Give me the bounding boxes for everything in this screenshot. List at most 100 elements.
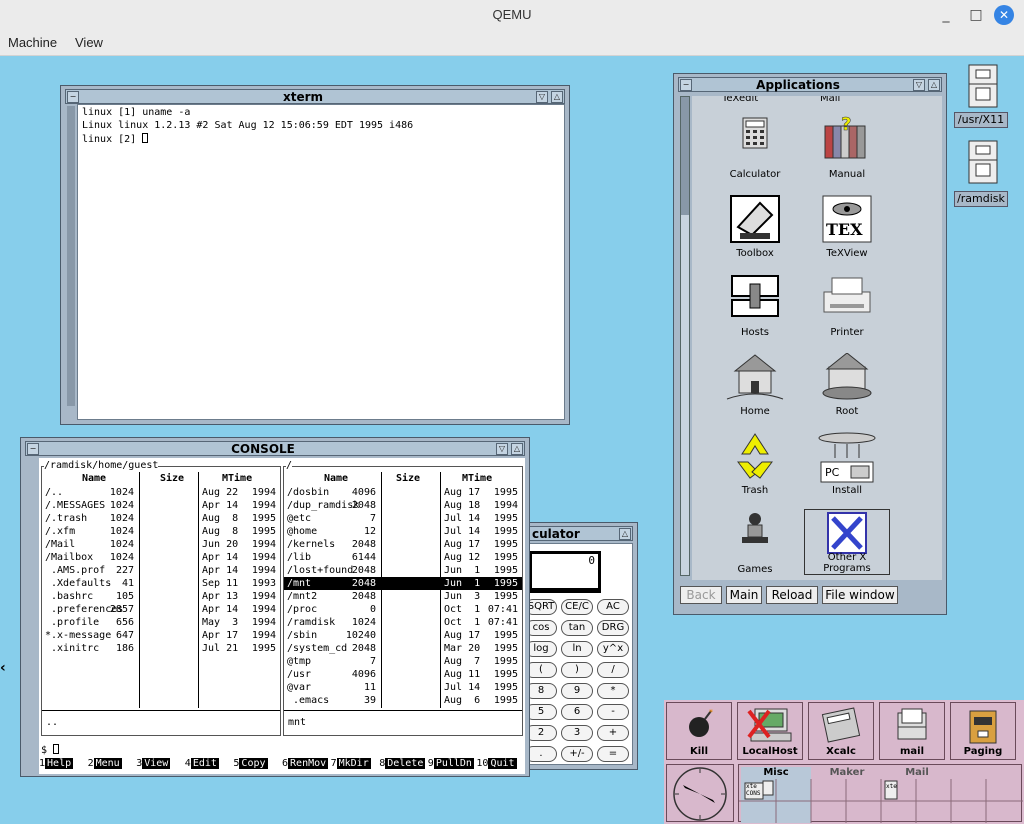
calc-key[interactable]: - (597, 704, 629, 720)
drive-icon[interactable] (968, 64, 998, 108)
app-texview[interactable]: TEX TeXView (804, 193, 890, 259)
main-button[interactable]: Main (726, 586, 762, 604)
calc-key[interactable]: DRG (597, 620, 629, 636)
fkey-menu[interactable]: 2 Menu (88, 758, 122, 770)
dock-xcalc-button[interactable]: Xcalc (808, 702, 874, 760)
calc-key[interactable]: 6 (561, 704, 593, 720)
fkey-help[interactable]: 1 Help (39, 758, 74, 770)
file-row[interactable]: @tmp 7 Aug 7 1995 (284, 655, 522, 668)
file-row[interactable]: .xinitrc 186 Jul 21 1995 (42, 642, 280, 655)
calc-key[interactable]: 9 (561, 683, 593, 699)
minimize-button[interactable]: ▽ (496, 443, 508, 455)
right-file-panel[interactable]: / Name Size MTime /dosbin 4096 Aug 17 1995/… (283, 460, 523, 736)
minimize-button[interactable]: ▽ (536, 91, 548, 103)
close-button[interactable]: ✕ (994, 5, 1014, 25)
desktop-icon-ramdisk[interactable]: /ramdisk (954, 191, 1008, 207)
fkey-quit[interactable]: 10 Quit (476, 758, 517, 770)
file-row[interactable]: /dup_ramdisk 2048 Aug 18 1994 (284, 499, 522, 512)
drive-icon[interactable] (968, 140, 998, 184)
dock-kill-button[interactable]: * Kill (666, 702, 732, 760)
xterm-terminal[interactable]: linux [1] uname -a Linux linux 1.2.13 #2… (77, 104, 565, 420)
app-toolbox[interactable]: Toolbox (712, 193, 798, 259)
applications-titlebar[interactable]: − Applications ▽ △ (678, 77, 942, 92)
calculator-titlebar[interactable]: culator △ (513, 526, 633, 541)
window-menu-button[interactable]: − (27, 443, 39, 455)
fkey-renmov[interactable]: 6 RenMov (282, 758, 329, 770)
calc-key[interactable]: ) (561, 662, 593, 678)
file-row[interactable]: /sbin 10240 Aug 17 1995 (284, 629, 522, 642)
file-row[interactable]: /.trash 1024 Aug 8 1995 (42, 512, 280, 525)
app-calculator[interactable]: Calculator (712, 114, 798, 180)
app-trash[interactable]: Trash (712, 430, 798, 496)
app-games[interactable]: Games (712, 509, 798, 575)
left-file-panel[interactable]: /ramdisk/home/guest Name Size MTime /.. 1… (41, 460, 281, 736)
maximize-button[interactable]: △ (619, 528, 631, 540)
applications-scrollbar[interactable] (680, 96, 690, 576)
calc-key[interactable]: * (597, 683, 629, 699)
app-install[interactable]: PC Install (804, 430, 890, 496)
window-menu-button[interactable]: − (680, 79, 692, 91)
file-row[interactable]: @home 12 Jul 14 1995 (284, 525, 522, 538)
file-row[interactable]: @var 11 Jul 14 1995 (284, 681, 522, 694)
file-row[interactable]: @etc 7 Jul 14 1995 (284, 512, 522, 525)
file-row[interactable]: .profile 656 May 3 1994 (42, 616, 280, 629)
app-hosts[interactable]: Hosts (712, 272, 798, 338)
calc-key[interactable]: 3 (561, 725, 593, 741)
file-row[interactable]: /.. 1024 Aug 22 1994 (42, 486, 280, 499)
reload-button[interactable]: Reload (766, 586, 818, 604)
file-window-button[interactable]: File window (822, 586, 898, 604)
calc-key[interactable]: AC (597, 599, 629, 615)
fkey-delete[interactable]: 8 Delete (379, 758, 426, 770)
file-row[interactable]: /system_cd 2048 Mar 20 1995 (284, 642, 522, 655)
file-row[interactable]: /lost+found 2048 Jun 1 1995 (284, 564, 522, 577)
window-menu-button[interactable]: − (67, 91, 79, 103)
calc-key[interactable]: + (597, 725, 629, 741)
file-row[interactable]: .bashrc 105 Apr 13 1994 (42, 590, 280, 603)
file-row[interactable]: *.x-message 647 Apr 17 1994 (42, 629, 280, 642)
maximize-button[interactable]: △ (551, 91, 563, 103)
file-row[interactable]: /proc 0 Oct 1 07:41 (284, 603, 522, 616)
file-row[interactable]: /mnt 2048 Jun 1 1995 (284, 577, 522, 590)
maximize-button[interactable]: □ (966, 5, 986, 25)
console-screen[interactable]: /ramdisk/home/guest Name Size MTime /.. 1… (39, 458, 525, 774)
file-row[interactable]: /lib 6144 Aug 12 1995 (284, 551, 522, 564)
fkey-copy[interactable]: 5 Copy (233, 758, 268, 770)
menu-machine[interactable]: Machine (8, 35, 57, 50)
calc-key[interactable]: +/- (561, 746, 593, 762)
pager-tab-misc[interactable]: Misc (741, 767, 811, 779)
calc-key[interactable]: tan (561, 620, 593, 636)
maximize-button[interactable]: △ (928, 79, 940, 91)
app-manual[interactable]: ? Manual (804, 114, 890, 180)
file-row[interactable]: .preferences 2857 Apr 14 1994 (42, 603, 280, 616)
pager-tab-maker[interactable]: Maker (813, 767, 881, 779)
calc-key[interactable]: ln (561, 641, 593, 657)
file-row[interactable]: /mnt2 2048 Jun 3 1995 (284, 590, 522, 603)
file-row[interactable]: .Xdefaults 41 Sep 11 1993 (42, 577, 280, 590)
app-printer[interactable]: Printer (804, 272, 890, 338)
desktop-pager[interactable]: Misc Maker Mail xte CONS xte (738, 764, 1023, 823)
minimize-button[interactable]: _ (936, 5, 956, 25)
dock-paging-button[interactable]: Paging (950, 702, 1016, 760)
fkey-pulldn[interactable]: 9 PullDn (428, 758, 474, 770)
file-row[interactable]: /Mailbox 1024 Apr 14 1994 (42, 551, 280, 564)
fkey-view[interactable]: 3 View (136, 758, 171, 770)
file-row[interactable]: /Mail 1024 Jun 20 1994 (42, 538, 280, 551)
dock-localhost-button[interactable]: LocalHost (737, 702, 803, 760)
xterm-titlebar[interactable]: − xterm ▽ △ (65, 89, 565, 104)
dock-mail-button[interactable]: mail (879, 702, 945, 760)
pager-tab-mail[interactable]: Mail (883, 767, 951, 779)
fkey-edit[interactable]: 4 Edit (185, 758, 219, 770)
app-root[interactable]: Root (804, 351, 890, 417)
file-row[interactable]: .AMS.prof 227 Apr 14 1994 (42, 564, 280, 577)
back-button[interactable]: Back (680, 586, 722, 604)
maximize-button[interactable]: △ (511, 443, 523, 455)
file-row[interactable]: /ramdisk 1024 Oct 1 07:41 (284, 616, 522, 629)
scrollbar-thumb[interactable] (681, 215, 689, 575)
app-home[interactable]: Home (712, 351, 798, 417)
calc-key[interactable]: / (597, 662, 629, 678)
app-other-x-programs[interactable]: Other X Programs (804, 509, 890, 575)
calc-key[interactable]: CE/C (561, 599, 593, 615)
desktop-icon-usr-x11[interactable]: /usr/X11 (954, 112, 1008, 128)
xterm-scrollbar[interactable] (67, 106, 75, 406)
calc-key[interactable]: y^x (597, 641, 629, 657)
